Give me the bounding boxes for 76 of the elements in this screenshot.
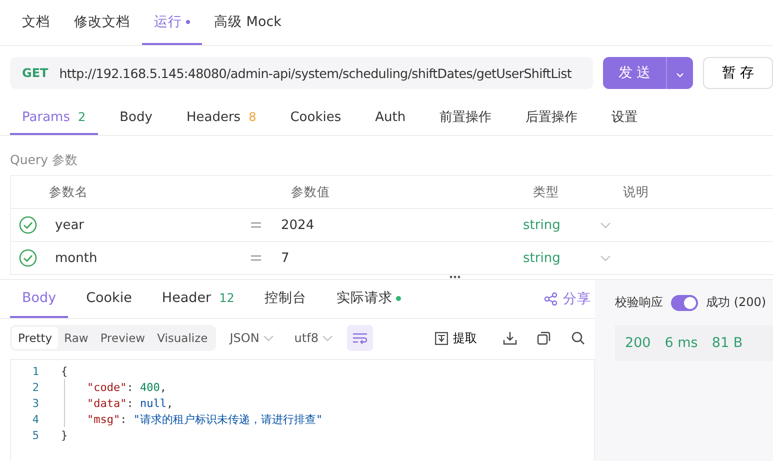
column-header: 参数值 bbox=[291, 184, 331, 200]
response-tab[interactable]: Cookie bbox=[74, 280, 144, 318]
tab-count: 2 bbox=[78, 110, 86, 124]
wrap-toggle-button[interactable] bbox=[347, 325, 374, 351]
copy-icon[interactable] bbox=[537, 331, 551, 345]
column-header: 说明 bbox=[623, 184, 649, 200]
request-tab[interactable]: Headers 8 bbox=[174, 101, 268, 135]
download-icon[interactable] bbox=[503, 331, 517, 345]
view-mode-tab[interactable]: Preview bbox=[94, 327, 152, 349]
top-tab[interactable]: 文档 bbox=[10, 0, 62, 45]
request-tab[interactable]: 前置操作 bbox=[428, 101, 504, 135]
tab-count: 8 bbox=[248, 110, 256, 124]
search-icon[interactable] bbox=[571, 331, 585, 345]
line-number: 3 bbox=[31, 396, 39, 410]
top-tab[interactable]: 高级 Mock bbox=[202, 0, 294, 45]
response-stat: 81 B bbox=[712, 335, 743, 351]
code-line: "msg": "请求的租户标识未传递，请进行排查" bbox=[87, 412, 323, 426]
request-tab[interactable]: 后置操作 bbox=[514, 101, 590, 135]
share-icon bbox=[544, 292, 558, 306]
validate-label: 校验响应 bbox=[615, 294, 663, 311]
check-circle-icon[interactable] bbox=[19, 216, 37, 234]
chevron-down-icon bbox=[322, 334, 334, 342]
send-button[interactable]: 发 送 bbox=[603, 57, 666, 89]
column-header: 参数名 bbox=[49, 184, 89, 200]
param-name[interactable]: year bbox=[55, 218, 251, 232]
response-tab[interactable]: 控制台 bbox=[252, 280, 318, 318]
share-link[interactable]: 分享 bbox=[544, 290, 591, 308]
view-mode-tab[interactable]: Visualize bbox=[151, 327, 214, 349]
chevron-down-icon bbox=[600, 254, 612, 262]
url-text: http://192.168.5.145:48080/admin-api/system/scheduling/shiftDates/getUserShiftList bbox=[59, 66, 572, 80]
code-line: { bbox=[61, 364, 68, 378]
request-tab[interactable]: Auth bbox=[363, 101, 418, 135]
view-mode-tab[interactable]: Pretty bbox=[12, 327, 58, 349]
param-value[interactable]: 2024 bbox=[281, 218, 523, 232]
extract-icon bbox=[435, 332, 448, 344]
response-tab[interactable]: Header 12 bbox=[150, 280, 246, 318]
check-circle-icon[interactable] bbox=[19, 249, 37, 267]
chevron-down-icon bbox=[600, 222, 612, 228]
code-line: "code": 400, bbox=[87, 380, 166, 394]
param-value[interactable]: 7 bbox=[281, 250, 523, 266]
encoding-select[interactable]: utf8 bbox=[288, 331, 340, 345]
request-tab[interactable]: Params 2 bbox=[10, 101, 98, 135]
request-tab[interactable]: Body bbox=[108, 101, 164, 135]
drag-handle-icon[interactable] bbox=[449, 275, 461, 279]
save-button[interactable]: 暂 存 bbox=[703, 57, 773, 89]
method-label: GET bbox=[22, 66, 48, 80]
extract-button[interactable]: 提取 bbox=[429, 328, 483, 348]
code-line: "data": null, bbox=[87, 396, 174, 410]
chevron-down-icon bbox=[263, 334, 274, 342]
send-dropdown-button[interactable] bbox=[666, 57, 693, 89]
request-tab[interactable]: Cookies bbox=[278, 101, 354, 135]
response-tab[interactable]: Body bbox=[10, 280, 68, 318]
response-stat: 200 bbox=[625, 335, 651, 351]
column-header: 类型 bbox=[533, 184, 560, 200]
wrap-lines-icon bbox=[352, 331, 368, 345]
top-tab[interactable]: 运行 bbox=[142, 0, 202, 45]
top-tab[interactable]: 修改文档 bbox=[62, 0, 142, 45]
response-tab[interactable]: 实际请求 bbox=[324, 280, 414, 318]
tab-count: 12 bbox=[219, 291, 234, 305]
validate-toggle[interactable] bbox=[671, 294, 698, 310]
result-text: 成功 (200) bbox=[706, 294, 766, 311]
equals-icon bbox=[251, 221, 261, 229]
code-line: } bbox=[61, 428, 68, 442]
line-number: 4 bbox=[31, 412, 39, 426]
line-number: 5 bbox=[31, 428, 39, 442]
url-field[interactable]: GET http://192.168.5.145:48080/admin-api/system/scheduling/shiftDates/getUserShiftList bbox=[10, 57, 593, 89]
section-title: Query 参数 bbox=[10, 152, 79, 169]
format-select[interactable]: JSON bbox=[224, 331, 280, 345]
equals-icon bbox=[251, 254, 261, 262]
param-name[interactable]: month bbox=[55, 250, 251, 266]
request-tab[interactable]: 设置 bbox=[600, 101, 650, 135]
caret-icon bbox=[676, 72, 684, 78]
view-mode-tab[interactable]: Raw bbox=[58, 327, 94, 349]
response-stat: 6 ms bbox=[664, 335, 698, 351]
line-number: 2 bbox=[31, 380, 39, 394]
line-number: 1 bbox=[31, 364, 39, 378]
